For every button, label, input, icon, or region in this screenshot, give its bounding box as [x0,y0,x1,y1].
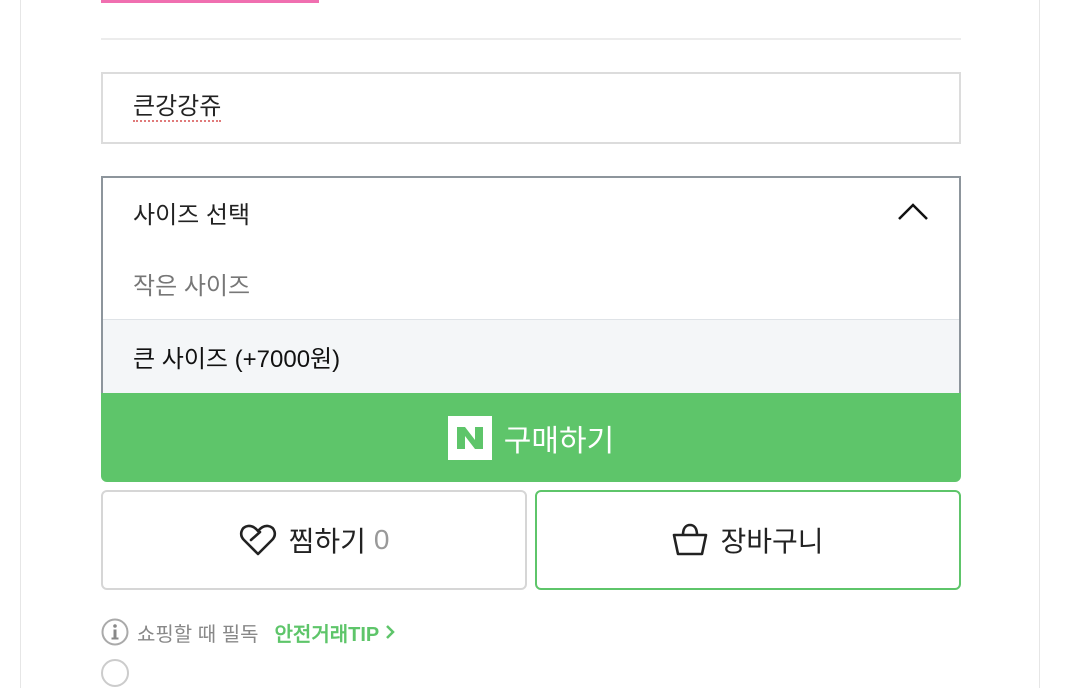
size-option-small[interactable]: 작은 사이즈 [103,247,959,320]
cart-label: 장바구니 [720,526,824,557]
size-dropdown-list: 작은 사이즈 큰 사이즈 (+7000원) [101,247,961,395]
buy-button[interactable]: 구매하기 [101,393,961,482]
size-option-large[interactable]: 큰 사이즈 (+7000원) [103,320,959,393]
secondary-tip-row [101,658,129,688]
safe-trade-tip-label: 안전거래TIP [274,623,380,646]
safe-trade-tip-link[interactable]: 안전거래TIP [275,618,396,647]
chevron-right-icon [386,625,396,639]
size-select[interactable]: 사이즈 선택 [101,176,961,248]
chevron-up-icon [898,203,928,220]
custom-text-input[interactable]: 큰강강쥬 [101,72,961,144]
size-select-label: 사이즈 선택 [133,202,251,229]
tip-text: 쇼핑할 때 필독 [137,623,259,646]
safe-trade-tip: 쇼핑할 때 필독 안전거래TIP [101,616,396,648]
buy-button-label: 구매하기 [503,424,615,458]
cart-button[interactable]: 장바구니 [535,490,961,590]
info-icon [101,659,129,687]
size-option-label: 작은 사이즈 [133,272,251,300]
custom-text-value: 큰강강쥬 [133,93,222,122]
accent-bar [101,0,319,3]
naver-n-logo [447,415,492,460]
info-icon [101,618,129,646]
basket-icon [673,523,708,556]
size-option-label: 큰 사이즈 (+7000원) [133,346,341,373]
section-divider [101,38,961,40]
heart-icon [239,524,276,556]
n-letter-icon [456,426,483,449]
wishlist-label: 찜하기 [288,526,366,557]
wishlist-count: 0 [373,524,390,555]
wishlist-button[interactable]: 찜하기 0 [101,490,527,590]
